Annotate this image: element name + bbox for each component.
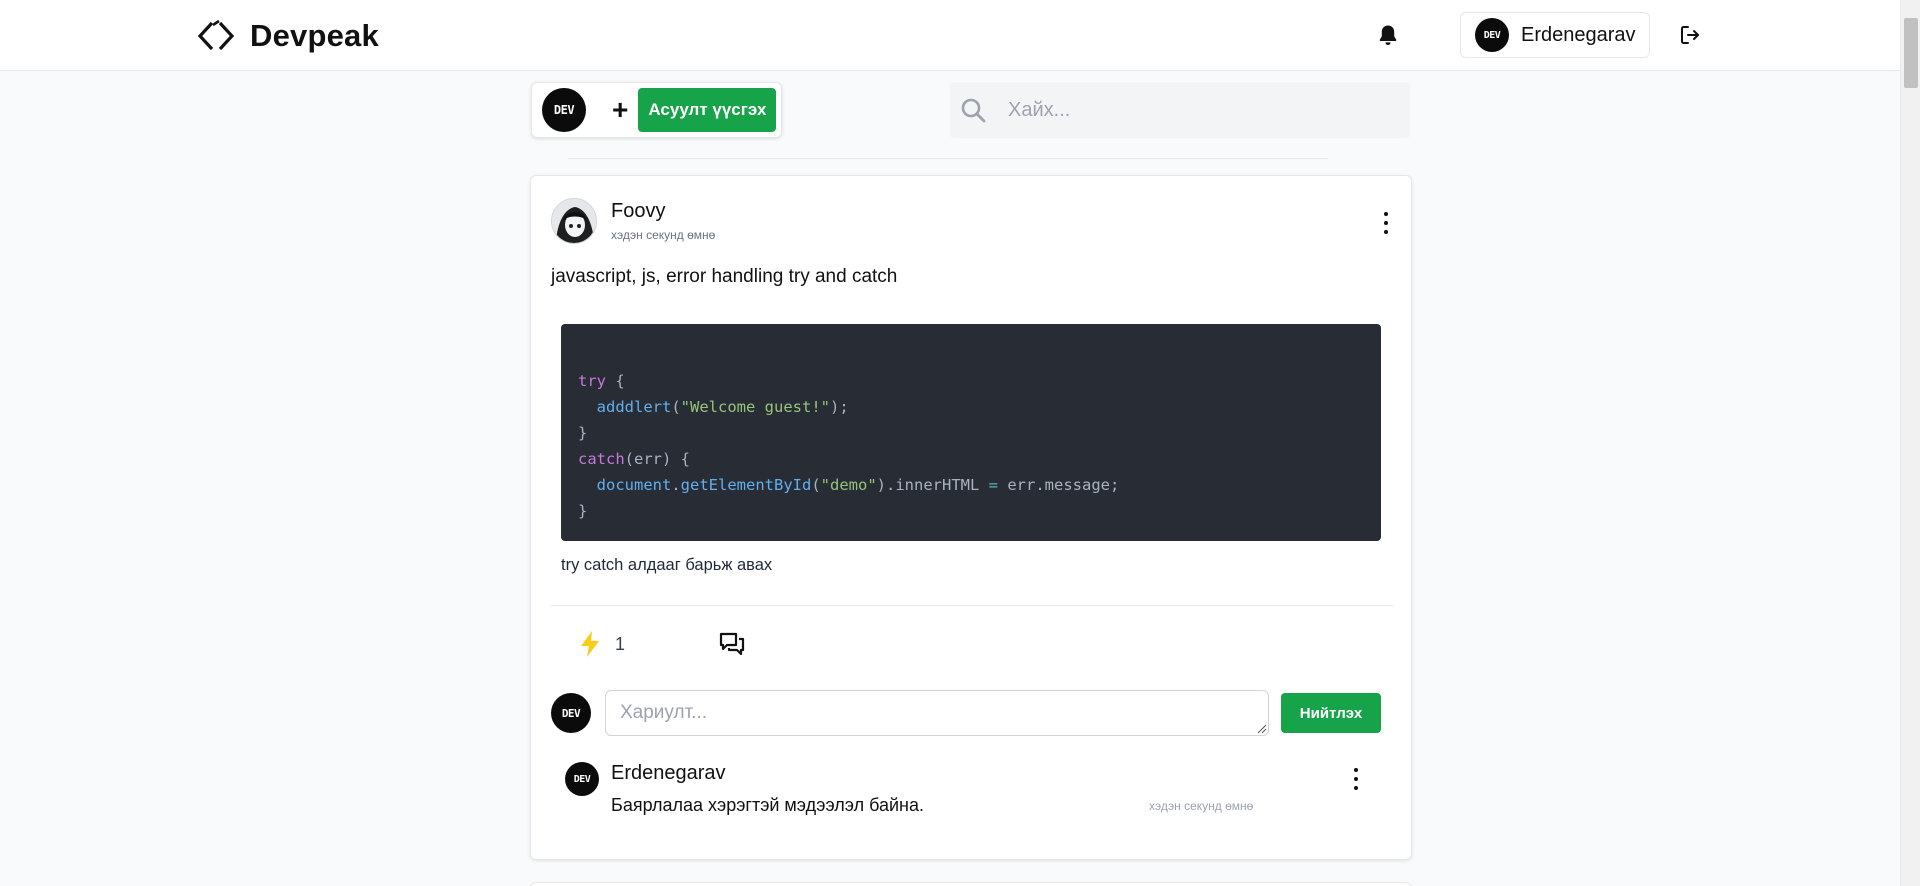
avatar: DEV bbox=[1475, 18, 1509, 52]
kebab-icon[interactable] bbox=[1351, 768, 1361, 790]
brand-logo[interactable]: Devpeak bbox=[196, 18, 379, 54]
code-line: adddlert("Welcome guest!"); bbox=[596, 398, 849, 416]
comment-author[interactable]: Erdenegarav bbox=[611, 762, 726, 785]
code-block: try { adddlert("Welcome guest!"); } catc… bbox=[561, 324, 1381, 541]
reply-form: DEV Нийтлэх bbox=[551, 690, 1393, 736]
reply-input[interactable] bbox=[605, 690, 1269, 736]
divider bbox=[568, 158, 1328, 159]
avatar: DEV bbox=[551, 693, 591, 733]
create-question-button[interactable]: Асуулт үүсгэх bbox=[638, 88, 777, 132]
code-line: try { bbox=[578, 372, 625, 390]
top-navbar: Devpeak DEV Erdenegarav bbox=[0, 0, 1900, 71]
post-author[interactable]: Foovy bbox=[611, 200, 665, 223]
search-icon bbox=[961, 98, 986, 123]
reaction-count: 1 bbox=[615, 633, 626, 654]
comment-timestamp: хэдэн секунд өмнө bbox=[1149, 799, 1254, 813]
comment-item: DEV Erdenegarav Баярлалаа хэрэгтэй мэдээ… bbox=[565, 762, 1395, 822]
code-brackets-icon bbox=[197, 19, 235, 51]
divider bbox=[551, 605, 1393, 606]
kebab-icon[interactable] bbox=[1381, 212, 1391, 234]
bell-icon[interactable] bbox=[1376, 23, 1400, 47]
comment-text: Баярлалаа хэрэгтэй мэдээлэл байна. bbox=[611, 795, 924, 815]
comments-icon[interactable] bbox=[719, 631, 745, 657]
resize-grip-icon[interactable] bbox=[1257, 724, 1267, 734]
question-composer: DEV + Асуулт үүсгэх bbox=[531, 82, 782, 138]
avatar: DEV bbox=[565, 762, 599, 796]
post-title: javascript, js, error handling try and c… bbox=[551, 266, 898, 287]
author-avatar[interactable] bbox=[551, 198, 597, 244]
reaction-button[interactable]: 1 bbox=[579, 630, 625, 658]
post-card: Foovy хэдэн секунд өмнө javascript, js, … bbox=[530, 175, 1412, 860]
post-body: try catch алдааг барьж авах bbox=[561, 556, 773, 574]
logout-icon[interactable] bbox=[1679, 24, 1701, 46]
user-menu[interactable]: DEV Erdenegarav bbox=[1460, 12, 1650, 58]
plus-icon[interactable]: + bbox=[612, 96, 628, 124]
avatar: DEV bbox=[542, 88, 586, 132]
code-line: catch(err) { bbox=[578, 450, 690, 468]
lightning-icon bbox=[581, 631, 599, 657]
scrollbar[interactable] bbox=[1900, 0, 1920, 886]
user-name: Erdenegarav bbox=[1521, 23, 1636, 46]
brand-name: Devpeak bbox=[250, 18, 379, 53]
search-bar bbox=[950, 82, 1410, 138]
post-timestamp: хэдэн секунд өмнө bbox=[611, 228, 716, 242]
submit-reply-button[interactable]: Нийтлэх bbox=[1281, 693, 1381, 733]
scrollbar-thumb[interactable] bbox=[1904, 18, 1918, 88]
code-line: } bbox=[578, 502, 588, 520]
code-line: document.getElementById("demo").innerHTM… bbox=[596, 476, 1120, 494]
code-line: } bbox=[578, 424, 588, 442]
search-input[interactable] bbox=[1008, 98, 1388, 122]
post-card bbox=[530, 882, 1412, 886]
